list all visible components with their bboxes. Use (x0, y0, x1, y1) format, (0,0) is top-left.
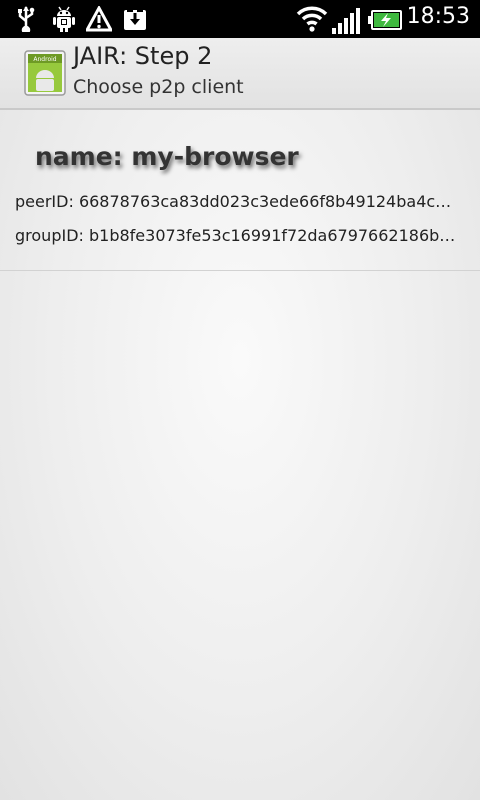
title-bar: Android JAIR: Step 2 Choose p2p client (0, 38, 480, 110)
download-icon (124, 6, 146, 30)
wifi-icon (296, 6, 328, 32)
clock: 18:53 (406, 4, 470, 29)
usb-icon (18, 6, 35, 32)
page-title: JAIR: Step 2 (73, 42, 213, 70)
battery-charging-icon (368, 10, 402, 30)
app-icon-label: Android (33, 56, 56, 63)
group-id: groupID: b1b8fe3073fe53c16991f72da679766… (15, 226, 461, 245)
peer-name: name: my-browser (35, 142, 299, 171)
peer-id: peerID: 66878763ca83dd023c3ede66f8b49124… (15, 192, 461, 211)
list-item-peer[interactable]: name: my-browser peerID: 66878763ca83dd0… (0, 110, 480, 271)
android-debug-icon (53, 6, 75, 32)
warning-icon (86, 6, 112, 32)
page-subtitle: Choose p2p client (73, 76, 244, 98)
app-icon: Android (24, 50, 66, 96)
signal-icon (332, 8, 360, 34)
status-bar: 18:53 (0, 0, 480, 38)
